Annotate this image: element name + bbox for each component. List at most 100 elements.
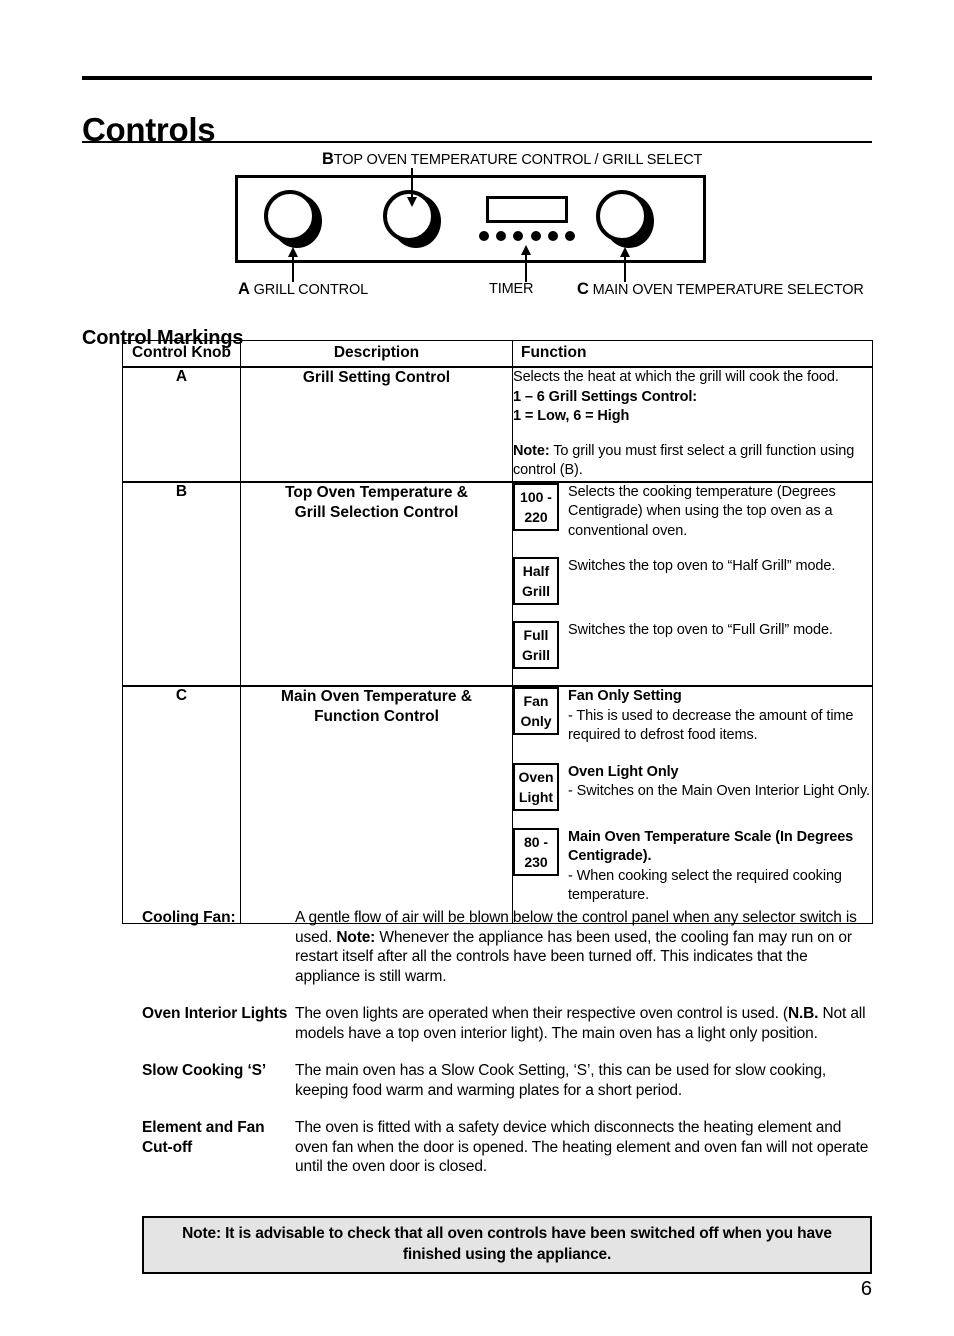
table-head: Control Knob Description Function [122,340,873,368]
marking-description: Switches the top oven to “Full Grill” mo… [568,622,833,638]
function-line: 1 = Low, 6 = High [513,408,630,424]
marking-entry: 100 - 220 Selects the cooking temperatur… [513,482,872,542]
timer-dot [513,231,524,241]
marking-entry: Oven Light Oven Light Only - Switches on… [513,762,872,811]
knob-c-main-oven-selector [596,190,654,248]
timer-dot [564,231,575,241]
definition-term: Element and Fan Cut-off [142,1119,265,1156]
timer-dot [496,231,507,241]
marking-box-100-220: 100 - 220 [513,482,559,531]
definition-body: The oven is fitted with a safety device … [295,1118,872,1177]
table-body: A Grill Setting Control Selects the heat… [122,366,873,924]
marking-description: Switches the top oven to “Half Grill” mo… [568,558,836,574]
definition-cooling-fan: Cooling Fan: A gentle flow of air will b… [142,908,872,986]
marking-title: Oven Light Only [568,763,679,780]
marking-box-fan-only: Fan Only [513,687,559,735]
definition-term: Oven Interior Lights [142,1005,288,1022]
cell-knob-b: B [122,480,241,687]
leader-line-b [411,168,413,200]
timer-display-window [486,196,568,223]
note-label: Note: [513,442,550,459]
table-header-row: Control Knob Description Function [122,340,873,368]
callout-label-c: C MAIN OVEN TEMPERATURE SELECTOR [577,281,864,299]
callout-label-timer: TIMER [489,281,534,297]
marking-box-80-230: 80 - 230 [513,827,559,876]
definition-slow-cooking: Slow Cooking ‘S’ The main oven has a Slo… [142,1061,872,1100]
timer-dot [530,231,541,241]
callout-text-b: TOP OVEN TEMPERATURE CONTROL / GRILL SEL… [333,152,703,168]
marking-body: - This is used to decrease the amount of… [568,707,854,744]
definition-note-label: N.B. [787,1005,819,1022]
callout-letter-b: B [322,150,334,168]
definition-term: Slow Cooking ‘S’ [142,1062,267,1079]
function-line: 1 – 6 Grill Settings Control: [513,388,698,405]
page-title: Controls [82,111,216,149]
note-text: To grill you must first select a grill f… [513,442,855,479]
table-row: B Top Oven Temperature & Grill Selection… [122,480,873,687]
marking-entry: 80 - 230 Main Oven Temperature Scale (In… [513,827,872,906]
definition-term: Cooling Fan: [142,909,236,926]
marking-entry: Half Grill Switches the top oven to “Hal… [513,557,872,605]
marking-description: Oven Light Only - Switches on the Main O… [559,763,872,802]
cell-description-a: Grill Setting Control [240,366,513,482]
marking-box-full-grill: Full Grill [513,621,559,669]
leader-arrow-c-icon [620,247,630,257]
marking-body: - When cooking select the required cooki… [568,867,842,904]
document-page: Controls BTOP OVEN TEMPERATURE CONTROL /… [0,0,954,1336]
marking-box-oven-light: Oven Light [513,762,559,811]
marking-description: Fan Only Setting - This is used to decre… [559,687,872,746]
marking-entry: Fan Only Fan Only Setting - This is used… [513,687,872,746]
definition-body: A gentle flow of air will be blown below… [295,908,872,986]
column-header-description: Description [240,340,513,368]
definition-text-2: Whenever the appliance has been used, th… [295,928,852,985]
function-text-a: Selects the heat at which the grill will… [513,368,872,481]
cell-knob-c: C [122,685,241,924]
knob-face [596,190,648,242]
leader-line-c [624,254,626,282]
cell-description-c: Main Oven Temperature & Function Control [240,685,513,924]
definition-body: The main oven has a Slow Cook Setting, ‘… [295,1061,872,1100]
definitions-list: Cooling Fan: A gentle flow of air will b… [142,908,872,1177]
marking-body: - Switches on the Main Oven Interior Lig… [568,783,870,799]
cell-knob-a: A [122,366,241,482]
callout-letter-a: A [238,280,250,298]
cell-description-b: Top Oven Temperature & Grill Selection C… [240,480,513,687]
marking-description: Main Oven Temperature Scale (In Degrees … [559,828,872,906]
marking-title: Fan Only Setting [568,688,682,704]
control-markings-table: Control Knob Description Function A Gril… [122,340,873,924]
timer-dot [479,231,489,241]
final-note-box: Note: It is advisable to check that all … [142,1216,872,1274]
callout-text-a: GRILL CONTROL [253,282,369,298]
definition-body: The oven lights are operated when their … [295,1004,872,1043]
leader-line-timer [525,252,527,282]
knob-a-grill-control [264,190,322,248]
marking-description: Selects the cooking temperature (Degrees… [568,483,836,539]
leader-arrow-b-icon [407,197,417,207]
knob-face [264,190,316,242]
callout-text-c: MAIN OVEN TEMPERATURE SELECTOR [592,282,864,298]
timer-buttons [479,231,575,243]
function-line-spacer [513,427,872,442]
marking-title: Main Oven Temperature Scale (In Degrees … [568,828,854,865]
callout-letter-c: C [577,280,589,298]
column-header-function: Function [512,340,873,368]
header-rule-top [82,76,872,80]
leader-arrow-a-icon [288,247,298,257]
definition-oven-interior-lights: Oven Interior Lights The oven lights are… [142,1004,872,1043]
definition-note-label: Note: [336,928,376,946]
cell-function-a: Selects the heat at which the grill will… [512,366,873,482]
table-row: C Main Oven Temperature & Function Contr… [122,685,873,924]
cell-function-c: Fan Only Fan Only Setting - This is used… [512,685,873,924]
cell-function-b: 100 - 220 Selects the cooking temperatur… [512,480,873,687]
header-rule-bottom [82,141,872,143]
definition-text: The oven lights are operated when their … [295,1005,788,1022]
callout-label-a: A GRILL CONTROL [238,281,368,299]
function-line-note: Note: To grill you must first select a g… [513,442,872,481]
table-row: A Grill Setting Control Selects the heat… [122,366,873,482]
callout-label-b: BTOP OVEN TEMPERATURE CONTROL / GRILL SE… [322,151,702,169]
marking-entry: Full Grill Switches the top oven to “Ful… [513,621,872,669]
marking-box-half-grill: Half Grill [513,557,559,605]
leader-line-a [292,254,294,282]
function-line: Selects the heat at which the grill will… [513,369,839,385]
page-number: 6 [860,1278,872,1300]
